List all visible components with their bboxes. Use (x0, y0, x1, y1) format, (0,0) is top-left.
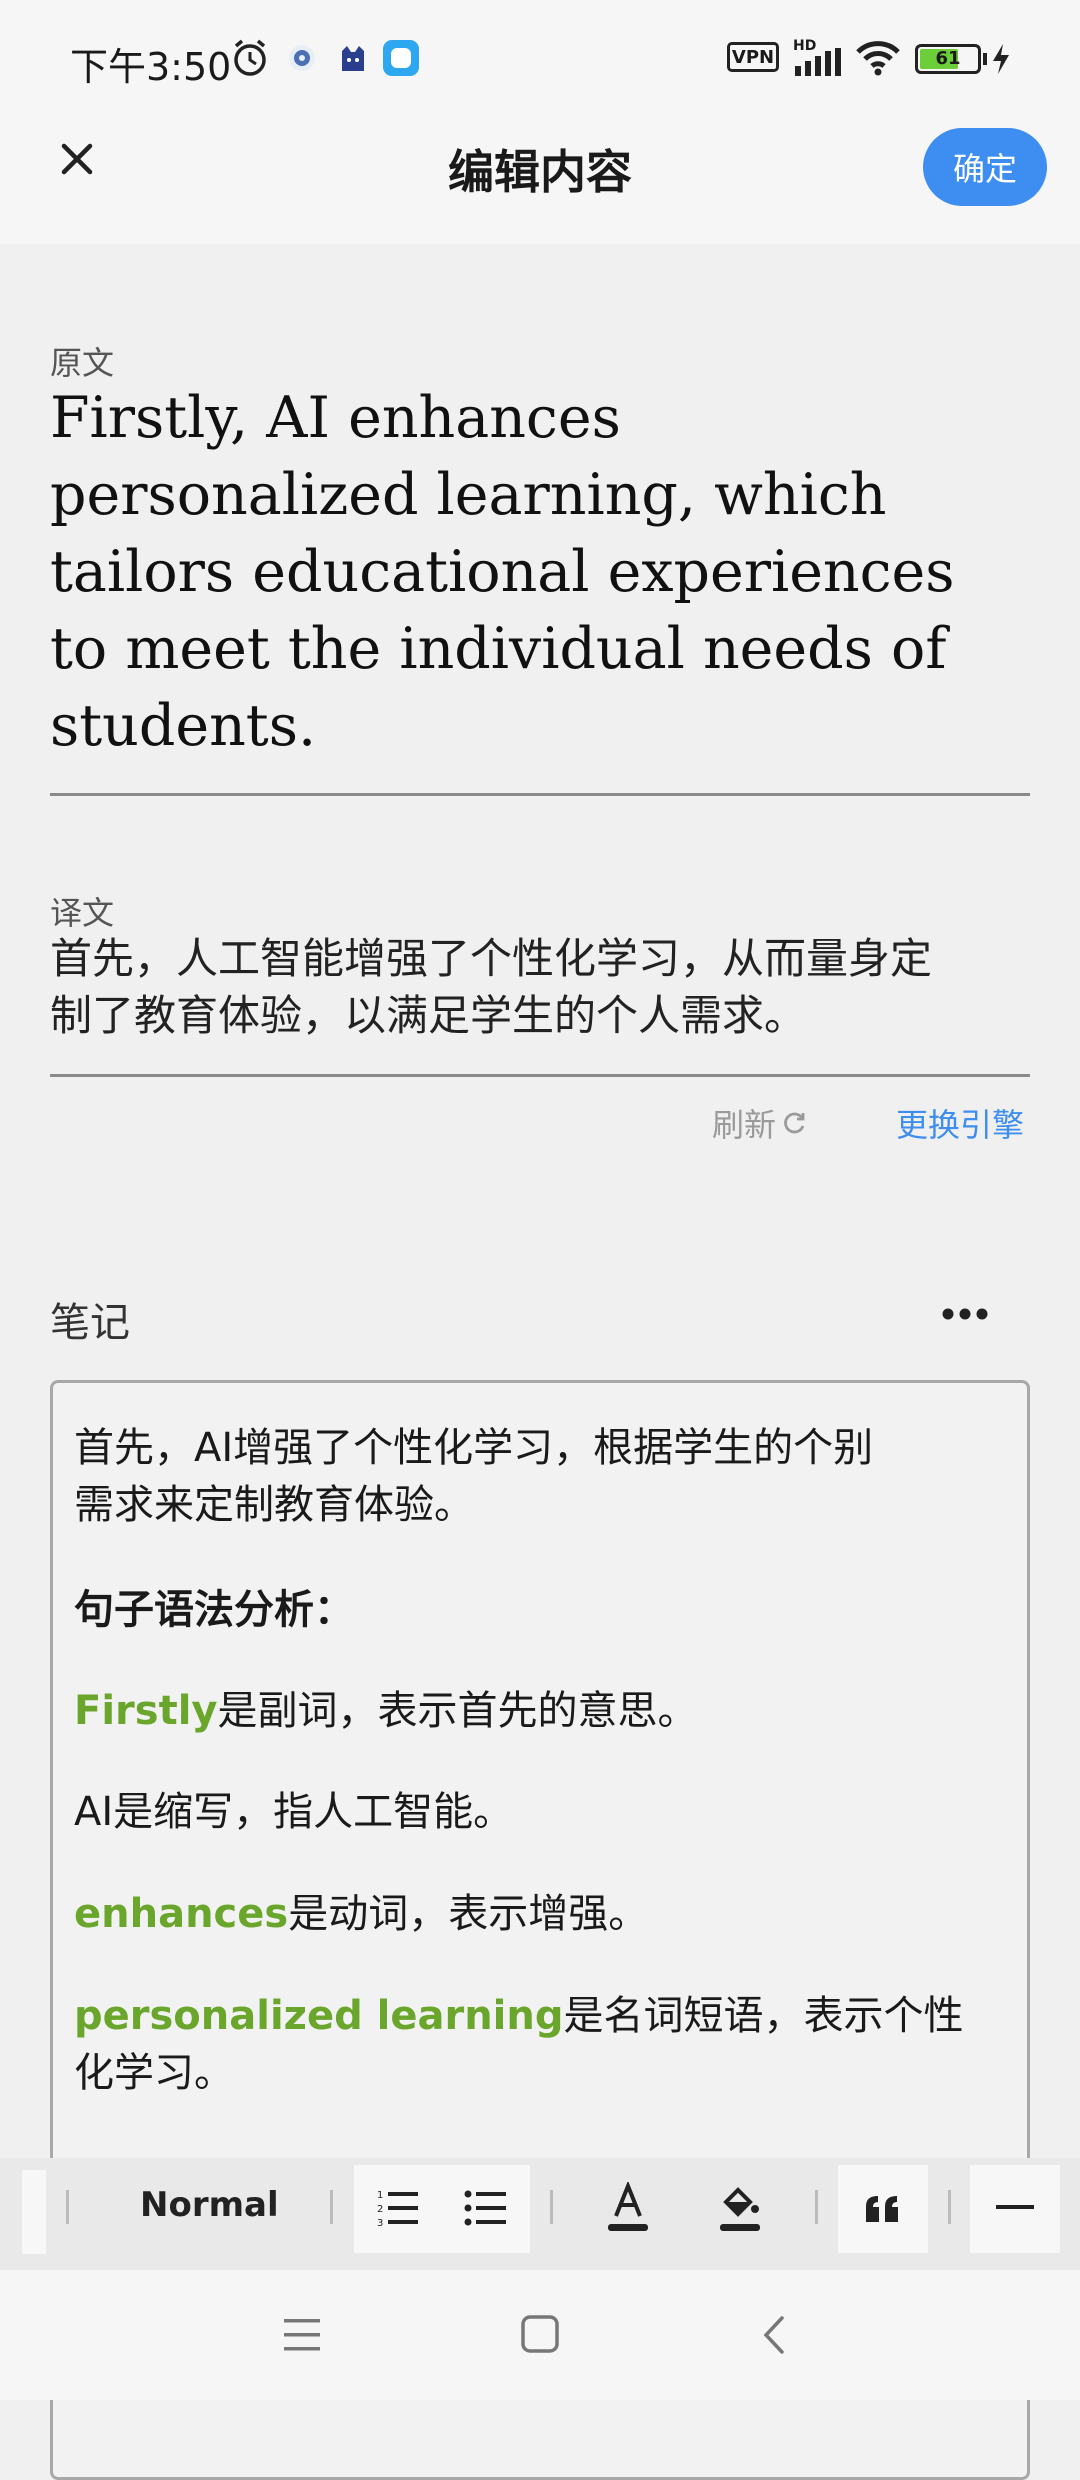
source-line: Firstly, AI enhances (50, 385, 621, 451)
status-time: 下午3:50 (70, 45, 232, 89)
toolbar-separator (550, 2190, 553, 2224)
page-title: 编辑内容 (448, 145, 632, 199)
quote-icon (866, 2196, 898, 2222)
vpn-indicator: VPN (727, 42, 779, 72)
horizontal-rule-button[interactable] (970, 2165, 1060, 2253)
app-notification-icon (342, 46, 364, 71)
svg-text:2: 2 (377, 2204, 383, 2215)
horizontal-rule-icon (996, 2205, 1034, 2209)
translation-label: 译文 (50, 894, 115, 932)
highlight-color-icon[interactable] (718, 2182, 762, 2232)
note-item-enhances: enhances是动词，表示增强。 (74, 1886, 1014, 1943)
charging-icon (993, 44, 1009, 74)
source-divider (50, 793, 1030, 796)
toolbar-separator (66, 2190, 69, 2224)
note-item-text: 是名词短语，表示个性 (563, 1993, 964, 2039)
translation-line: 首先，人工智能增强了个性化学习，从而量身定 (50, 934, 933, 983)
text-style-dropdown[interactable]: Normal (140, 2185, 279, 2225)
source-line: students. (50, 693, 317, 759)
back-icon[interactable] (760, 2314, 790, 2356)
svg-text:3: 3 (377, 2218, 383, 2228)
text-color-icon[interactable] (606, 2182, 650, 2232)
translation-divider (50, 1074, 1030, 1077)
messaging-app-icon (383, 40, 419, 76)
notes-title: 笔记 (50, 1300, 130, 1346)
battery-tip (983, 53, 987, 65)
highlighted-term: personalized learning (74, 1993, 564, 2039)
note-paragraph: 首先，AI增强了个性化学习，根据学生的个别 需求来定制教育体验。 (74, 1420, 1014, 1534)
note-item-personalized: personalized learning是名词短语，表示个性 化学习。 (74, 1988, 1014, 2102)
refresh-button[interactable]: 刷新 (712, 1100, 808, 1146)
toolbar-scroll-edge (22, 2170, 46, 2254)
refresh-icon (784, 1112, 805, 1134)
bullet-list-icon[interactable] (464, 2188, 508, 2228)
settings-notification-icon (289, 45, 315, 71)
note-line: 需求来定制教育体验。 (74, 1482, 474, 1528)
note-item-ai: AI是缩写，指人工智能。 (74, 1789, 514, 1835)
translation-line: 制了教育体验，以满足学生的个人需求。 (50, 991, 807, 1040)
source-line: to meet the individual needs of (50, 616, 947, 682)
note-line: 首先，AI增强了个性化学习，根据学生的个别 (74, 1425, 874, 1471)
confirm-button[interactable]: 确定 (923, 128, 1047, 206)
change-engine-button[interactable]: 更换引擎 (896, 1100, 1024, 1146)
source-line: personalized learning, which (50, 462, 887, 528)
highlighted-term: Firstly (74, 1688, 218, 1734)
battery-icon: 61 (915, 44, 981, 74)
home-icon[interactable] (520, 2314, 560, 2354)
signal-icon (795, 48, 841, 76)
note-item-text: 是副词，表示首先的意思。 (217, 1688, 698, 1734)
highlighted-term: enhances (74, 1891, 289, 1937)
note-item-firstly: Firstly是副词，表示首先的意思。 (74, 1683, 1014, 1740)
source-line: tailors educational experiences (50, 539, 955, 605)
note-heading: 句子语法分析： (74, 1587, 354, 1633)
wifi-icon (856, 41, 900, 76)
toolbar-separator (948, 2190, 951, 2224)
menu-icon[interactable] (282, 2316, 322, 2354)
more-options-icon[interactable] (940, 1300, 990, 1328)
source-text[interactable]: Firstly, AI enhances personalized learni… (50, 380, 1040, 765)
toolbar-separator (330, 2190, 333, 2224)
source-label: 原文 (50, 344, 115, 382)
note-item-text: 是动词，表示增强。 (288, 1891, 649, 1937)
translation-text[interactable]: 首先，人工智能增强了个性化学习，从而量身定 制了教育体验，以满足学生的个人需求。 (50, 930, 1040, 1044)
ordered-list-icon[interactable]: 1 2 3 (376, 2188, 420, 2228)
alarm-icon (234, 39, 266, 76)
refresh-label: 刷新 (712, 1106, 777, 1144)
svg-text:1: 1 (377, 2190, 383, 2201)
battery-level: 61 (935, 48, 961, 69)
toolbar-separator (815, 2190, 818, 2224)
note-item-text: 化学习。 (74, 2050, 234, 2096)
